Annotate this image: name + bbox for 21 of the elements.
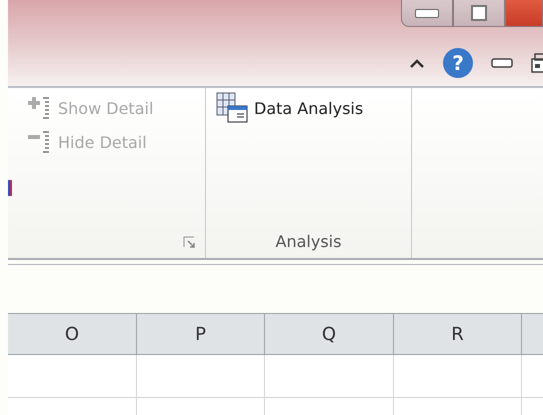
grid-cell[interactable] <box>137 355 265 398</box>
dialog-launcher-icon[interactable] <box>183 236 195 248</box>
grid-cell[interactable] <box>265 355 394 398</box>
plus-list-icon <box>28 96 52 120</box>
grid-cell[interactable] <box>394 355 522 398</box>
column-header[interactable]: Q <box>265 314 394 355</box>
collapse-ribbon-icon[interactable] <box>409 58 425 68</box>
close-button[interactable] <box>505 0 543 27</box>
column-header[interactable]: P <box>137 314 265 355</box>
restore-window-icon[interactable] <box>531 53 543 73</box>
grid-cell[interactable] <box>8 355 137 398</box>
ribbon-button[interactable]: Data Analysis <box>216 92 364 124</box>
minus-list-icon <box>28 130 52 154</box>
table-icon <box>216 92 248 124</box>
column-header[interactable]: R <box>394 314 522 355</box>
help-button[interactable]: ? <box>443 48 473 78</box>
minimize-button[interactable] <box>401 0 453 27</box>
column-header[interactable]: O <box>8 314 137 355</box>
restore-button[interactable] <box>453 0 505 27</box>
minimize-window-icon[interactable] <box>491 58 513 68</box>
group-label: Analysis <box>276 232 342 250</box>
